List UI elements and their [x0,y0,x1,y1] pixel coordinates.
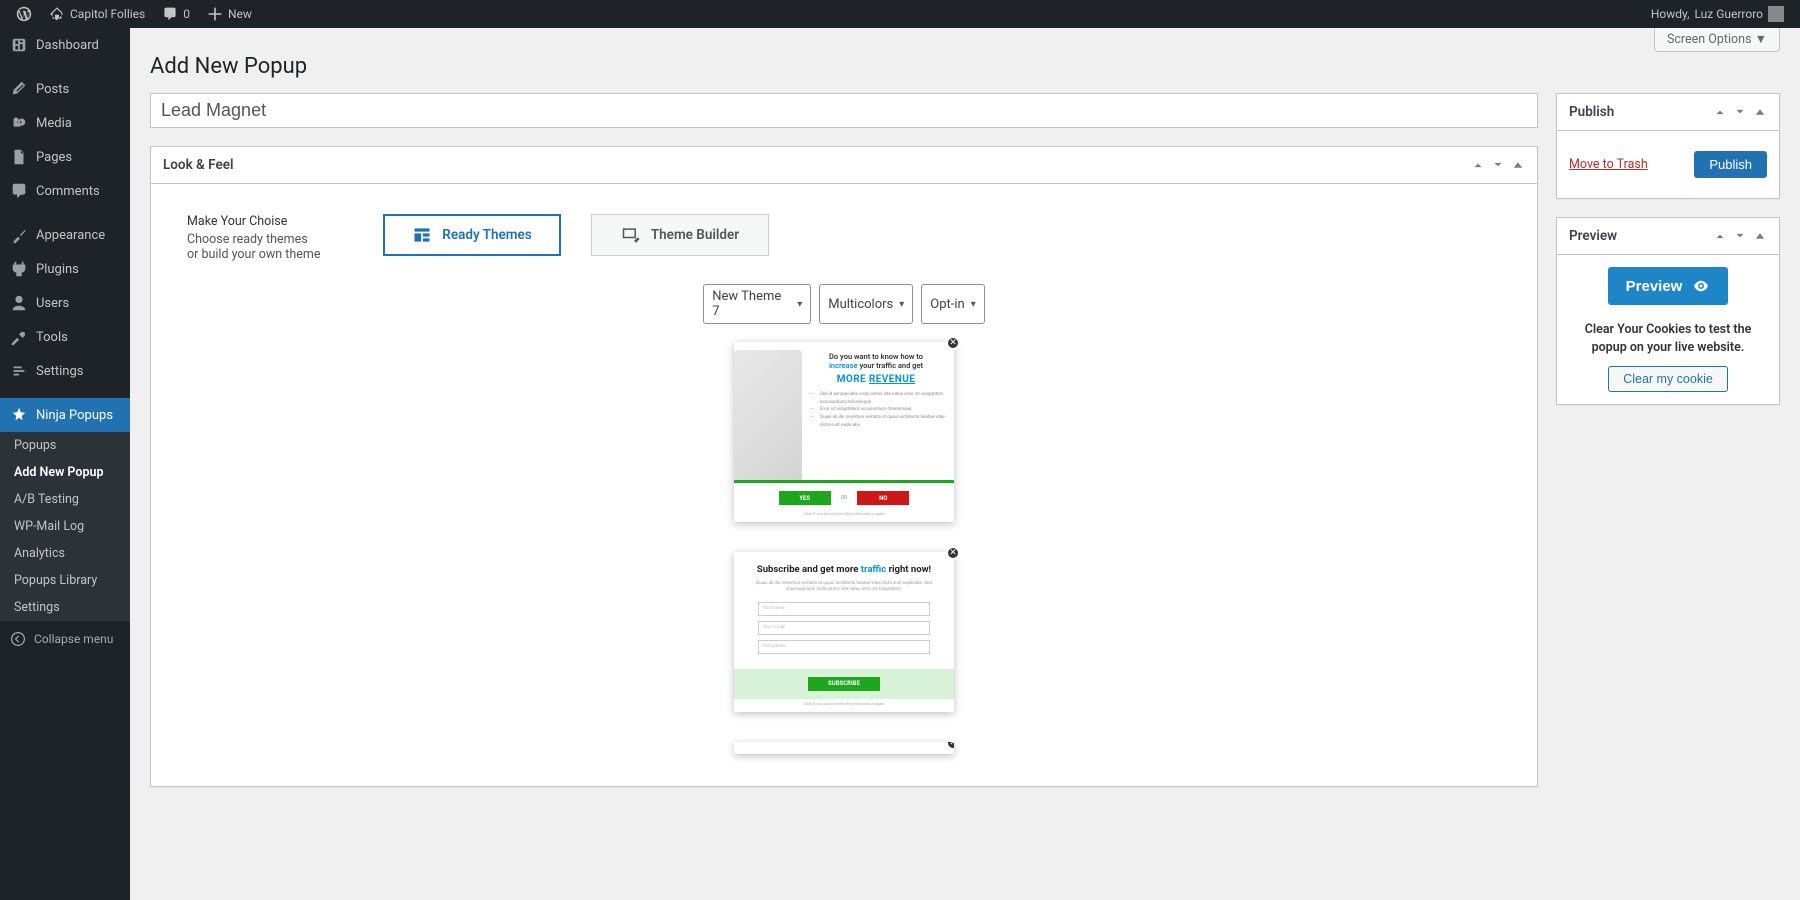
submenu-ab-testing[interactable]: A/B Testing [0,486,130,513]
submenu-wp-mail-log[interactable]: WP-Mail Log [0,513,130,540]
menu-plugins[interactable]: Plugins [0,252,130,286]
preview-note: Clear Your Cookies to test the popup on … [1569,321,1767,356]
no-button-preview: NO [857,491,909,505]
select-type[interactable]: Opt-in▾ [921,284,984,324]
menu-comments[interactable]: Comments [0,174,130,208]
submenu-popups-library[interactable]: Popups Library [0,567,130,594]
select-theme[interactable]: New Theme 7▾ [703,284,811,324]
tab-theme-builder[interactable]: Theme Builder [591,214,769,256]
chevron-up-icon[interactable] [1713,105,1727,119]
themes-icon [412,225,432,245]
triangle-up-icon[interactable] [1753,105,1767,119]
preview-button[interactable]: Preview [1608,267,1729,305]
admin-toolbar: Capitol Follies 0 New Howdy, Luz Guerror… [0,0,1800,28]
email-input-preview: Your e-mail [758,621,930,635]
site-name-link[interactable]: Capitol Follies [43,6,151,22]
menu-media[interactable]: Media [0,106,130,140]
menu-appearance[interactable]: Appearance [0,218,130,252]
submenu-settings[interactable]: Settings [0,594,130,621]
comments-bubble[interactable]: 0 [156,6,196,22]
menu-posts[interactable]: Posts [0,72,130,106]
close-icon: ✕ [946,336,960,350]
screen-options-toggle[interactable]: Screen Options ▼ [1654,28,1780,52]
tab-ready-themes[interactable]: Ready Themes [383,214,561,256]
chevron-down-icon[interactable] [1733,229,1747,243]
menu-users[interactable]: Users [0,286,130,320]
collapse-menu[interactable]: Collapse menu [0,621,130,657]
wp-logo-icon[interactable] [10,6,38,22]
theme-preview-2[interactable]: ✕ Subscribe and get more traffic right n… [734,552,954,712]
submenu-add-new[interactable]: Add New Popup [0,459,130,486]
avatar [1768,6,1784,22]
publish-button[interactable]: Publish [1694,151,1767,178]
subscribe-button-preview: SUBSCRIBE [808,677,880,691]
main-content: Screen Options ▼ Add New Popup Look & Fe… [130,28,1800,900]
theme-preview-3[interactable]: ✕ [734,742,954,754]
submenu-analytics[interactable]: Analytics [0,540,130,567]
submenu-popups[interactable]: Popups [0,432,130,459]
look-and-feel-box: Look & Feel Make Your Choise Choose read… [150,146,1538,787]
select-color[interactable]: Multicolors▾ [819,284,913,324]
chevron-up-icon[interactable] [1471,158,1485,172]
choice-description: Make Your Choise Choose ready themes or … [173,214,363,262]
publish-header: Publish [1569,104,1614,120]
menu-dashboard[interactable]: Dashboard [0,28,130,62]
page-title: Add New Popup [150,54,1780,79]
howdy-user[interactable]: Howdy, Luz Guerroro [1645,6,1790,22]
clear-cookie-button[interactable]: Clear my cookie [1608,366,1728,392]
preview-box: Preview Preview Clear Your Cookies to te [1556,217,1780,405]
admin-sidebar: Dashboard Posts Media Pages Comments App… [0,28,130,900]
chevron-up-icon[interactable] [1713,229,1727,243]
submenu-ninja-popups: Popups Add New Popup A/B Testing WP-Mail… [0,432,130,621]
chevron-down-icon[interactable] [1491,158,1505,172]
eye-icon [1692,277,1710,295]
builder-icon [621,225,641,245]
chevron-down-icon[interactable] [1733,105,1747,119]
look-feel-header: Look & Feel [163,157,234,173]
new-content-link[interactable]: New [201,6,258,22]
phone-input-preview: Your phone [758,640,930,654]
man-image-placeholder [734,350,802,480]
move-to-trash-link[interactable]: Move to Trash [1569,157,1648,172]
menu-ninja-popups[interactable]: Ninja Popups [0,398,130,432]
yes-button-preview: YES [779,491,831,505]
publish-box: Publish Move to Trash Publish [1556,93,1780,199]
theme-preview-1[interactable]: ✕ Do you want to know how toincrease you… [734,342,954,522]
triangle-up-icon[interactable] [1511,158,1525,172]
menu-tools[interactable]: Tools [0,320,130,354]
close-icon: ✕ [946,546,960,560]
menu-pages[interactable]: Pages [0,140,130,174]
triangle-up-icon[interactable] [1753,229,1767,243]
name-input-preview: Your name [758,602,930,616]
menu-settings[interactable]: Settings [0,354,130,388]
preview-header: Preview [1569,228,1617,244]
popup-title-input[interactable] [150,93,1538,128]
